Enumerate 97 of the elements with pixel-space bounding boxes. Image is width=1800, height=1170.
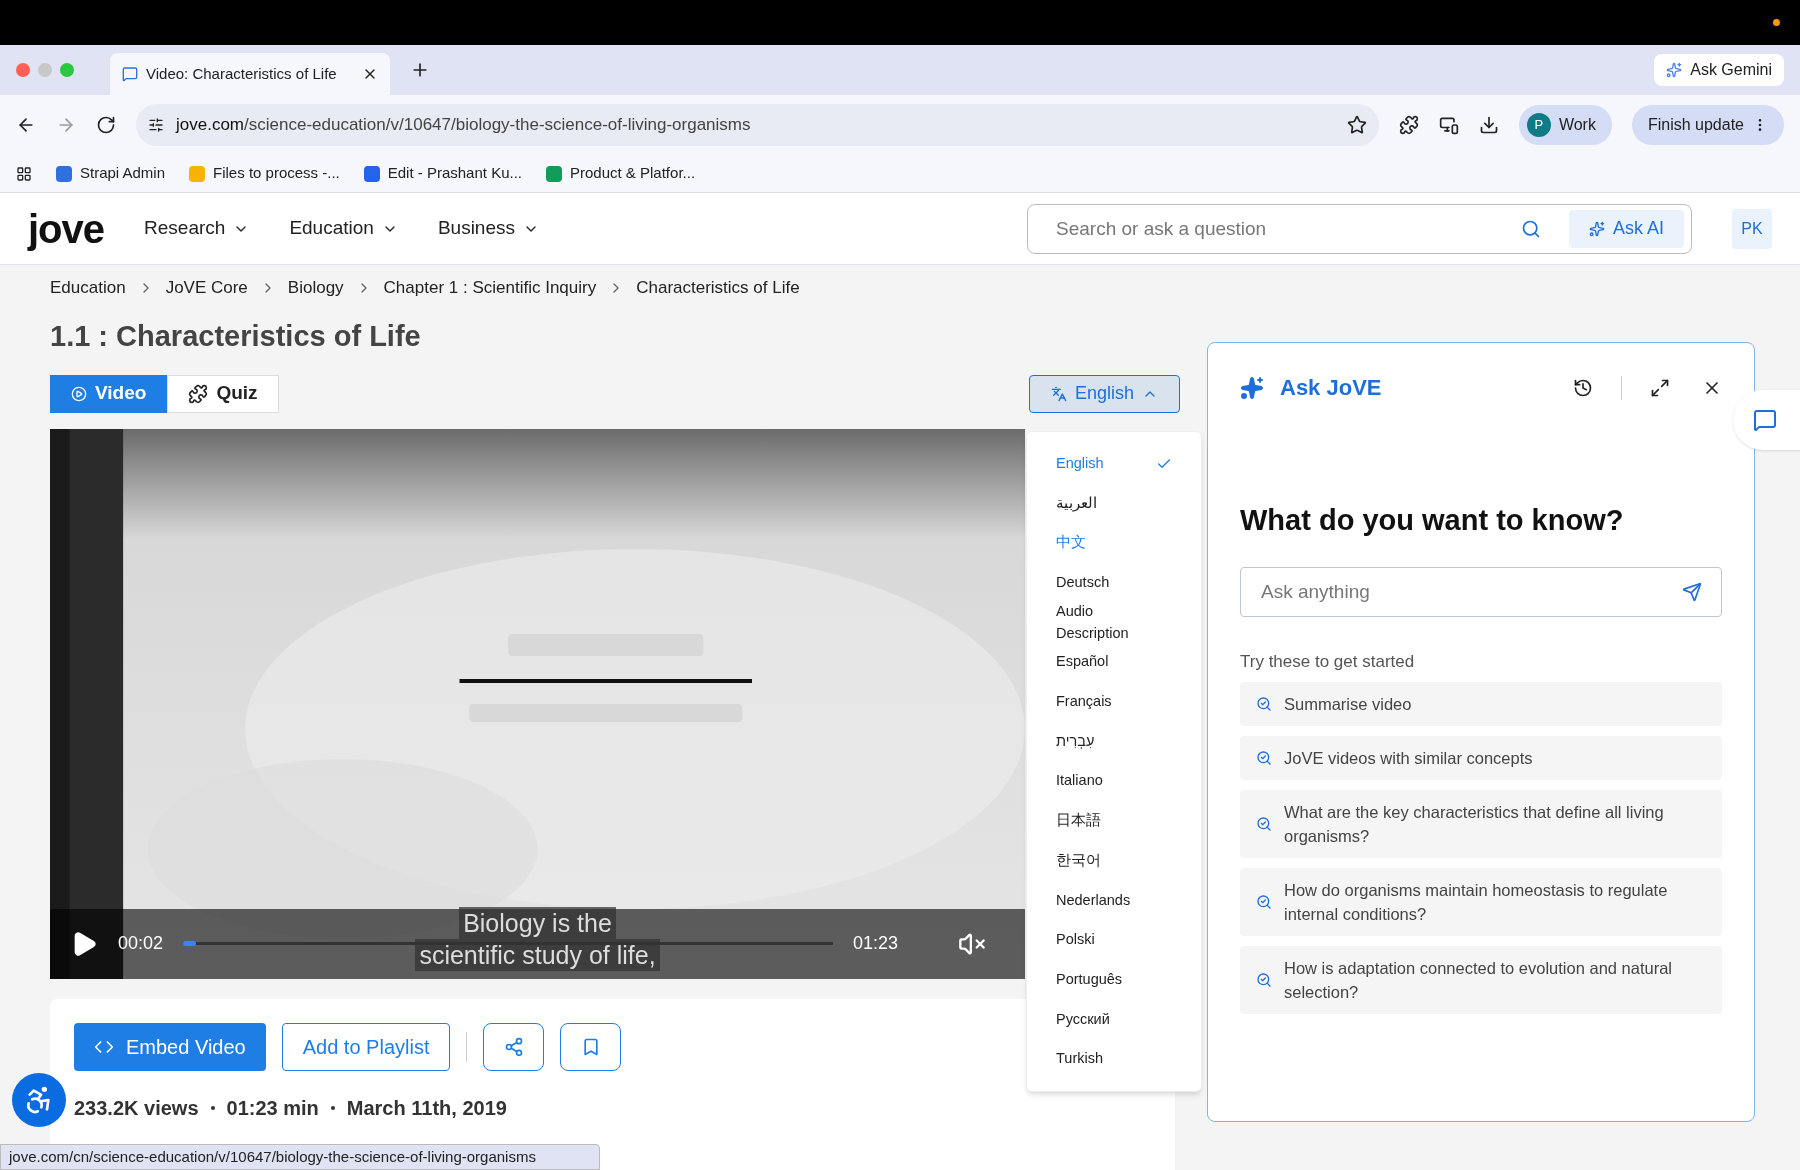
language-option[interactable]: Português — [1027, 959, 1201, 1000]
page-title: 1.1 : Characteristics of Life — [50, 319, 422, 354]
language-option[interactable]: English — [1027, 444, 1201, 484]
suggestion-item[interactable]: What are the key characteristics that define all living organisms? — [1240, 790, 1722, 858]
sparkle-icon — [1666, 62, 1683, 78]
language-option[interactable]: Русский — [1027, 999, 1201, 1040]
prompt-label: Try these to get started — [1240, 650, 1416, 673]
language-option[interactable]: Audio Description — [1027, 602, 1201, 643]
status-bar-url: jove.com/cn/science-education/v/10647/biology-the-science-of-living-organisms — [0, 1144, 600, 1170]
duration: 01:23 — [853, 932, 899, 955]
chat-icon — [1753, 408, 1777, 432]
suggestion-item[interactable]: JoVE videos with similar concepts — [1240, 736, 1722, 780]
site-settings-icon — [148, 117, 164, 133]
nav-menu[interactable]: Education — [289, 214, 398, 243]
current-time: 00:02 — [118, 932, 164, 955]
bookmark-button[interactable] — [560, 1022, 622, 1071]
suggestion-item[interactable]: How do organisms maintain homeostasis to regulate internal conditions? — [1240, 868, 1722, 936]
content-tab[interactable]: Video — [50, 374, 168, 413]
breadcrumb-link[interactable]: Education — [50, 275, 126, 301]
update-button[interactable]: Finish update — [1631, 105, 1784, 145]
language-option[interactable]: Deutsch — [1027, 563, 1201, 603]
language-option[interactable]: Nederlands — [1027, 880, 1201, 921]
bookmark-icon — [56, 165, 72, 182]
add-to-playlist-button[interactable]: Add to Playlist — [281, 1022, 451, 1071]
browser-tab[interactable]: Video: Characteristics of Life — [110, 53, 390, 95]
panel-heading: What do you want to know? — [1240, 503, 1625, 538]
language-button[interactable]: English — [1029, 374, 1180, 413]
search-sparkle-icon — [1256, 696, 1272, 712]
play-circle-icon — [71, 385, 87, 402]
profile-button[interactable]: P Work — [1518, 105, 1612, 145]
bookmark-icon — [546, 165, 562, 182]
video-meta: 233.2K views — [74, 1095, 199, 1121]
reload-icon[interactable] — [96, 115, 116, 135]
send-icon[interactable] — [1682, 581, 1702, 602]
bookmark-icon — [363, 165, 380, 182]
chat-bubble-icon — [122, 66, 138, 82]
breadcrumb-link[interactable]: Biology — [287, 275, 344, 301]
search-sparkle-icon — [1256, 894, 1272, 910]
sparkle-icon — [1240, 375, 1264, 400]
search-sparkle-icon — [1256, 816, 1272, 832]
puzzle-icon — [188, 383, 209, 404]
search-sparkle-icon — [1256, 972, 1272, 988]
panel-title: Ask JoVE — [1280, 374, 1383, 402]
puzzle-icon[interactable] — [1398, 115, 1419, 135]
language-option[interactable]: 日本語 — [1027, 801, 1201, 841]
suggestion-item[interactable]: Summarise video — [1240, 682, 1722, 726]
bookmark-label: Edit - Prashant Ku... — [387, 163, 522, 184]
tab-title: Video: Characteristics of Life — [146, 63, 338, 84]
expand-icon[interactable] — [1650, 377, 1670, 398]
language-option[interactable]: Polski — [1027, 920, 1201, 960]
content-tab[interactable]: Quiz — [167, 374, 279, 413]
breadcrumb-link[interactable]: JoVE Core — [165, 275, 248, 301]
language-option[interactable]: Italiano — [1027, 761, 1201, 802]
bookmark-label: Product & Platfor... — [570, 163, 696, 184]
bookmark-label: Strapi Admin — [80, 163, 166, 184]
breadcrumb-link[interactable]: Chapter 1 : Scientific Inquiry — [383, 275, 597, 301]
bookmark[interactable]: Strapi Admin — [56, 162, 166, 185]
language-option[interactable]: Turkish — [1027, 1039, 1201, 1079]
address-bar[interactable]: jove.com/science-education/v/10647/biology-the-science-of-living-organisms — [136, 104, 1379, 146]
language-option[interactable]: العربية — [1027, 483, 1201, 524]
url-text: jove.com/science-education/v/10647/biology-the-science-of-living-organisms — [176, 114, 752, 137]
embed-video-button[interactable]: Embed Video — [74, 1022, 266, 1071]
suggestion-item[interactable]: How is adaptation connected to evolution and natural selection? — [1240, 946, 1722, 1014]
profile-name: Work — [1558, 115, 1596, 135]
bookmark[interactable]: Files to process -... — [189, 162, 340, 185]
nav-menu[interactable]: Research — [144, 214, 250, 243]
chat-launcher[interactable] — [1733, 390, 1800, 450]
star-icon[interactable] — [1346, 115, 1367, 135]
breadcrumb-link[interactable]: Characteristics of Life — [636, 275, 800, 301]
accessibility-button[interactable] — [12, 1073, 66, 1127]
translate-icon — [1050, 385, 1067, 402]
apps-icon[interactable] — [16, 165, 32, 182]
share-icon — [503, 1036, 524, 1057]
history-icon[interactable] — [1573, 377, 1593, 398]
search-sparkle-icon — [1256, 750, 1272, 766]
bookmark[interactable]: Product & Platfor... — [546, 162, 696, 185]
bookmark-label: Files to process -... — [213, 163, 340, 184]
sparkle-icon — [1588, 220, 1605, 237]
video-meta: March 11th, 2019 — [346, 1095, 507, 1121]
language-option[interactable]: עִבְרִית — [1027, 721, 1201, 762]
download-icon[interactable] — [1478, 115, 1499, 135]
profile-avatar: P — [1526, 113, 1551, 137]
ask-gemini-button[interactable]: Ask Gemini — [1654, 54, 1784, 86]
ask-field[interactable]: Ask anything — [1240, 566, 1722, 617]
language-option[interactable]: Français — [1027, 682, 1201, 722]
ask-ai-button[interactable]: Ask AI — [1568, 209, 1684, 248]
bookmark[interactable]: Edit - Prashant Ku... — [363, 162, 522, 185]
video-meta: 01:23 min — [226, 1095, 319, 1121]
user-avatar[interactable]: PK — [1732, 208, 1772, 249]
search-icon[interactable] — [1520, 218, 1541, 239]
logo[interactable]: jove — [28, 208, 105, 249]
nav-menu[interactable]: Business — [437, 214, 539, 243]
bookmark-icon — [189, 165, 206, 182]
language-option[interactable]: 한국어 — [1027, 840, 1201, 881]
language-option[interactable]: Español — [1027, 642, 1201, 683]
share-button[interactable] — [483, 1022, 545, 1071]
language-option[interactable]: 中文 — [1027, 523, 1201, 564]
